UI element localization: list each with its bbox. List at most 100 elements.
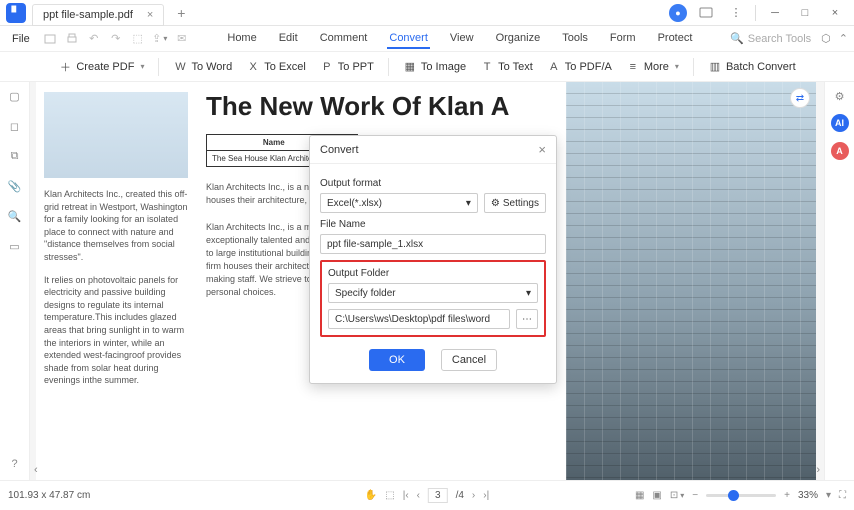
ok-button[interactable]: OK <box>369 349 425 371</box>
properties-icon[interactable]: ⚙ <box>832 88 848 104</box>
to-text-button[interactable]: TTo Text <box>480 60 533 74</box>
zoom-chevron-icon[interactable]: ▾ <box>826 490 831 501</box>
output-format-select[interactable]: Excel(*.xlsx)▾ <box>320 193 478 213</box>
thumbnails-icon[interactable]: ▢ <box>7 88 23 104</box>
ai-translate-icon[interactable]: A <box>831 142 849 160</box>
image-icon: ▦ <box>403 60 417 74</box>
to-pdfa-button[interactable]: ATo PDF/A <box>547 60 612 74</box>
left-paragraph-2: It relies on photovoltaic panels for ele… <box>44 274 188 387</box>
file-name-label: File Name <box>320 219 546 230</box>
menu-protect[interactable]: Protect <box>656 29 695 49</box>
fullscreen-icon[interactable]: ⛶ <box>839 490 846 501</box>
menu-tools[interactable]: Tools <box>560 29 590 49</box>
fit-mode-icon[interactable]: ⊡ <box>670 490 684 501</box>
settings-button[interactable]: ⚙Settings <box>484 193 546 213</box>
main-menu: Home Edit Comment Convert View Organize … <box>190 29 730 49</box>
zoom-out-icon[interactable]: − <box>692 490 698 501</box>
right-sidebar: ⚙ AI A <box>824 82 854 480</box>
collapse-ribbon-icon[interactable]: ⌃ <box>839 32 848 45</box>
create-pdf-button[interactable]: ＋Create PDF <box>58 60 144 74</box>
search-placeholder: Search Tools <box>748 33 811 45</box>
cloud-icon[interactable]: ⬡ <box>821 32 831 45</box>
zoom-in-icon[interactable]: + <box>784 490 790 501</box>
layers-icon[interactable]: ⧉ <box>7 148 23 164</box>
scroll-left-icon[interactable]: ‹ <box>34 464 38 476</box>
page-input[interactable]: 3 <box>428 488 448 503</box>
app-icon: ▘ <box>6 3 26 23</box>
right-image: ⇄ <box>566 82 816 480</box>
help-icon[interactable]: ? <box>7 456 23 472</box>
open-icon[interactable] <box>42 31 58 47</box>
first-page-icon[interactable]: |‹ <box>403 490 409 501</box>
file-name-input[interactable]: ppt file-sample_1.xlsx <box>320 234 546 254</box>
menu-edit[interactable]: Edit <box>277 29 300 49</box>
attachments-icon[interactable]: 📎 <box>7 178 23 194</box>
undo-icon[interactable]: ↶ <box>86 31 102 47</box>
view-mode-2-icon[interactable]: ▣ <box>652 490 661 501</box>
share-icon[interactable]: ⇪ <box>152 31 168 47</box>
menubar: File ↶ ↷ ⬚ ⇪ ✉ Home Edit Comment Convert… <box>0 26 854 52</box>
redo-icon[interactable]: ↷ <box>108 31 124 47</box>
fields-icon[interactable]: ▭ <box>7 238 23 254</box>
save-icon[interactable]: ⬚ <box>130 31 146 47</box>
document-title: The New Work Of Klan A <box>206 92 556 122</box>
print-icon[interactable] <box>64 31 80 47</box>
add-tab-button[interactable]: + <box>170 5 192 21</box>
search-tools[interactable]: 🔍 Search Tools <box>730 32 811 45</box>
zoom-thumb[interactable] <box>728 490 739 501</box>
menu-organize[interactable]: Organize <box>494 29 543 49</box>
search-panel-icon[interactable]: 🔍 <box>7 208 23 224</box>
statusbar: 101.93 x 47.87 cm ✋ ⬚ |‹ ‹ 3 /4 › ›| ▦ ▣… <box>0 480 854 510</box>
menu-home[interactable]: Home <box>225 29 258 49</box>
share-badge-icon[interactable]: ⇄ <box>790 88 810 108</box>
mail-icon[interactable]: ✉ <box>174 31 190 47</box>
page-total: /4 <box>456 490 464 501</box>
folder-mode-select[interactable]: Specify folder▾ <box>328 283 538 303</box>
scroll-right-icon[interactable]: › <box>816 464 820 476</box>
more-button[interactable]: ≡More <box>626 60 679 74</box>
zoom-value: 33% <box>798 490 818 501</box>
maximize-button[interactable]: □ <box>794 3 816 23</box>
dialog-title: Convert <box>320 144 359 156</box>
output-format-label: Output format <box>320 178 546 189</box>
hand-tool-icon[interactable]: ✋ <box>365 490 377 501</box>
document-tab[interactable]: ppt file-sample.pdf × <box>32 4 164 26</box>
to-word-button[interactable]: WTo Word <box>173 60 232 74</box>
next-page-icon[interactable]: › <box>472 490 475 501</box>
more-icon: ≡ <box>626 60 640 74</box>
close-tab-icon[interactable]: × <box>147 9 153 21</box>
output-folder-section: Output Folder Specify folder▾ C:\Users\w… <box>320 260 546 337</box>
tab-label: ppt file-sample.pdf <box>43 9 133 21</box>
left-sidebar: ▢ ◻ ⧉ 📎 🔍 ▭ ? <box>0 82 30 480</box>
batch-convert-button[interactable]: ▥Batch Convert <box>708 60 796 74</box>
zoom-slider[interactable] <box>706 494 776 497</box>
view-mode-1-icon[interactable]: ▦ <box>635 490 644 501</box>
dialog-close-icon[interactable]: × <box>538 142 546 157</box>
select-tool-icon[interactable]: ⬚ <box>385 490 394 501</box>
to-excel-button[interactable]: XTo Excel <box>246 60 306 74</box>
menu-view[interactable]: View <box>448 29 476 49</box>
last-page-icon[interactable]: ›| <box>483 490 489 501</box>
to-ppt-button[interactable]: PTo PPT <box>320 60 374 74</box>
ai-assistant-icon[interactable]: AI <box>831 114 849 132</box>
menu-convert[interactable]: Convert <box>387 29 430 49</box>
left-image-placeholder <box>44 92 188 178</box>
convert-dialog: Convert × Output format Excel(*.xlsx)▾ ⚙… <box>309 135 557 384</box>
browse-button[interactable]: ⋯ <box>516 309 538 329</box>
menu-form[interactable]: Form <box>608 29 638 49</box>
file-menu[interactable]: File <box>6 31 36 47</box>
bookmarks-icon[interactable]: ◻ <box>7 118 23 134</box>
menu-comment[interactable]: Comment <box>318 29 370 49</box>
to-image-button[interactable]: ▦To Image <box>403 60 466 74</box>
close-window-button[interactable]: × <box>824 3 846 23</box>
excel-icon: X <box>246 60 260 74</box>
gear-icon: ⚙ <box>491 198 500 209</box>
folder-path-input[interactable]: C:\Users\ws\Desktop\pdf files\word <box>328 309 510 329</box>
minimize-button[interactable]: ─ <box>764 3 786 23</box>
chevron-down-icon: ▾ <box>466 198 471 209</box>
user-avatar[interactable]: ● <box>669 4 687 22</box>
cancel-button[interactable]: Cancel <box>441 349 497 371</box>
prev-page-icon[interactable]: ‹ <box>417 490 420 501</box>
kebab-icon[interactable]: ⋮ <box>725 3 747 23</box>
message-icon[interactable] <box>695 3 717 23</box>
